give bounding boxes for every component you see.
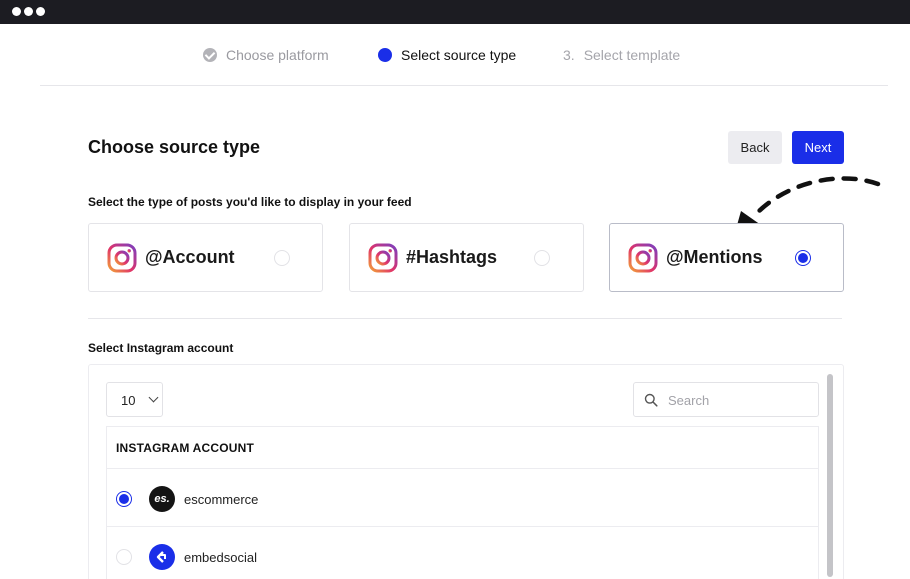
search-input[interactable] (668, 391, 808, 409)
wizard-stepper: Choose platform Select source type 3. Se… (0, 24, 910, 86)
search-box[interactable] (633, 382, 819, 417)
scrollbar-thumb[interactable] (827, 374, 833, 577)
source-type-label: Select the type of posts you'd like to d… (88, 195, 412, 209)
source-option-label: @Account (145, 247, 235, 267)
account-name: embedsocial (184, 550, 257, 565)
source-option-hashtags[interactable]: #Hashtags (349, 223, 584, 292)
embedsocial-logo-icon (156, 551, 166, 563)
stepper-divider (40, 85, 888, 86)
source-option-radio[interactable] (274, 250, 290, 266)
instagram-icon (368, 243, 398, 273)
source-option-radio[interactable] (534, 250, 550, 266)
step-number: 3. (563, 47, 575, 63)
avatar (149, 544, 175, 570)
window-dot-icon[interactable] (36, 7, 45, 16)
window-titlebar (0, 0, 910, 24)
step-select-source-type[interactable]: Select source type (378, 47, 516, 63)
step-label: Select template (583, 47, 681, 63)
checkmark-icon (203, 48, 217, 62)
next-button[interactable]: Next (792, 131, 844, 164)
table-header-divider (106, 468, 819, 469)
step-label: Select source type (401, 47, 517, 63)
instagram-icon (107, 243, 137, 273)
back-button[interactable]: Back (728, 131, 782, 164)
step-label: Choose platform (226, 47, 329, 63)
page-size-value: 10 (121, 393, 136, 408)
source-option-label: @Mentions (666, 247, 763, 267)
row-divider (106, 526, 819, 527)
row-select-radio[interactable] (116, 549, 132, 565)
source-option-mentions[interactable]: @Mentions (609, 223, 844, 292)
step-select-template[interactable]: 3. Select template (563, 47, 680, 63)
step-choose-platform[interactable]: Choose platform (203, 47, 329, 63)
section-divider (88, 318, 842, 319)
window-dot-icon[interactable] (24, 7, 33, 16)
account-section-label: Select Instagram account (88, 341, 234, 355)
avatar: es. (149, 486, 175, 512)
active-step-bullet-icon (378, 48, 392, 62)
page-title: Choose source type (88, 137, 261, 157)
column-header-instagram-account: INSTAGRAM ACCOUNT (116, 441, 255, 455)
account-name: escommerce (184, 492, 259, 507)
row-select-radio[interactable] (116, 491, 132, 507)
chevron-down-icon (148, 392, 159, 403)
page-size-select[interactable]: 10 (106, 382, 163, 417)
table-border (106, 426, 819, 427)
source-option-label: #Hashtags (406, 247, 498, 267)
window-dot-icon[interactable] (12, 7, 21, 16)
source-option-account[interactable]: @Account (88, 223, 323, 292)
search-icon (644, 393, 658, 407)
source-option-radio[interactable] (795, 250, 811, 266)
instagram-icon (628, 243, 658, 273)
